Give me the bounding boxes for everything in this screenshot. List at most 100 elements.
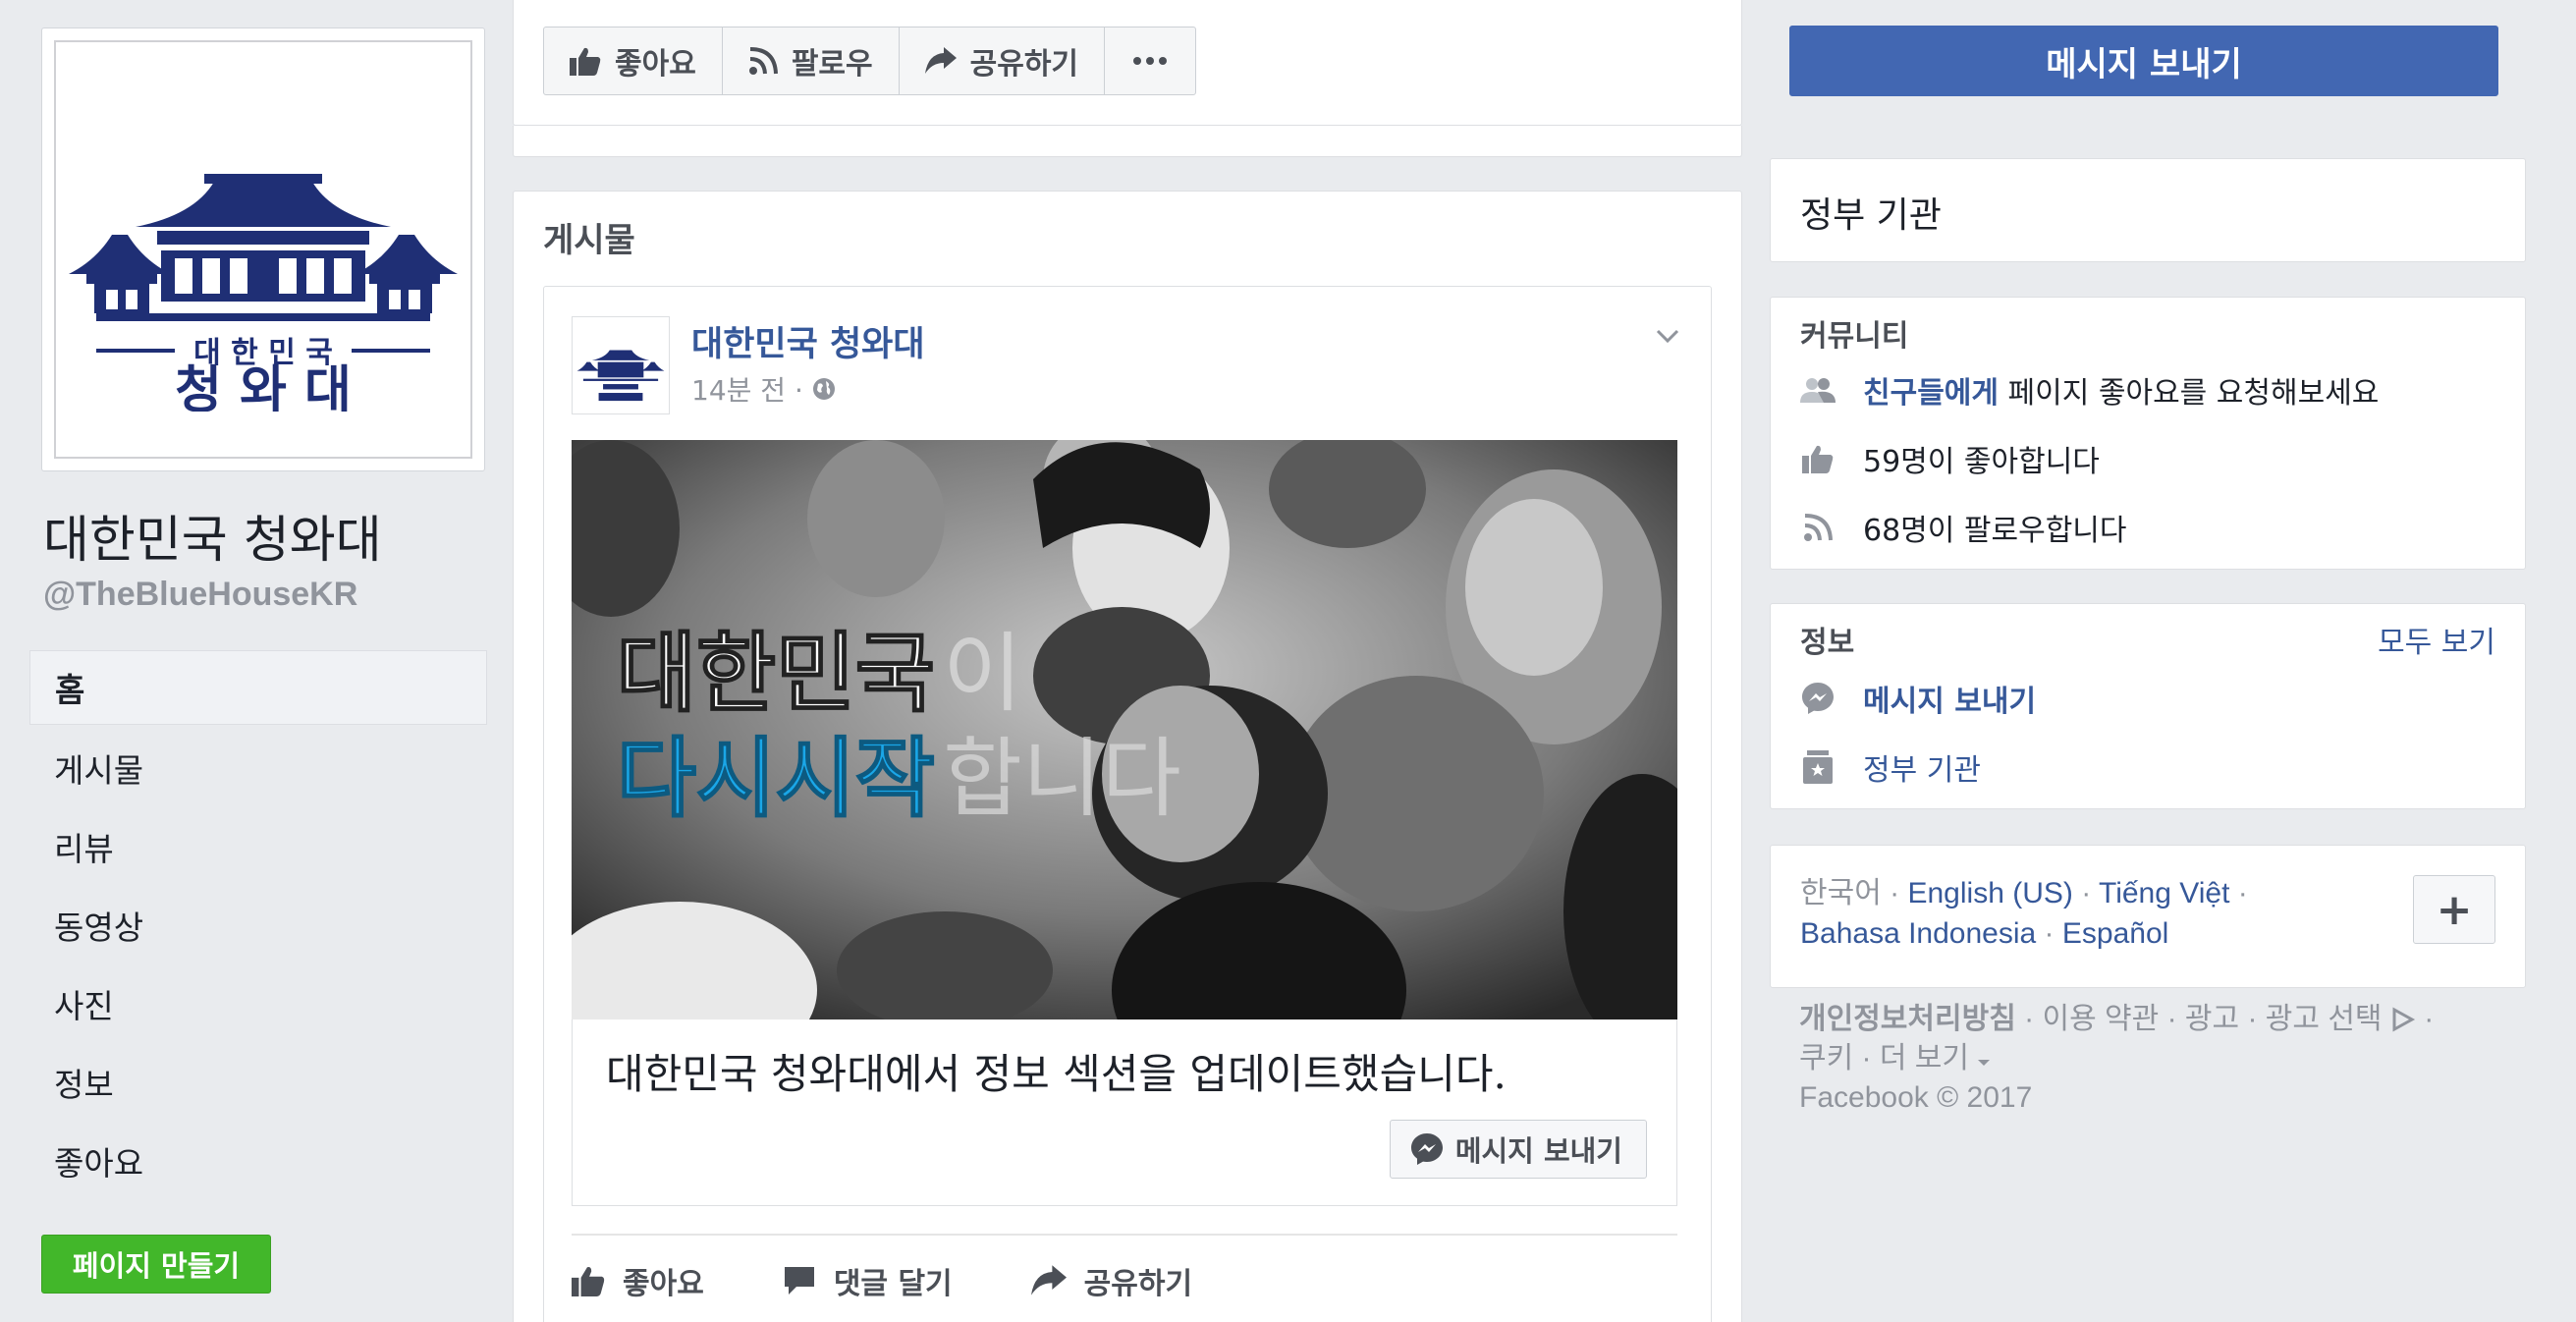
blue-house-logo: 대 한 민 국 청 와 대 <box>54 40 472 459</box>
post-share-button[interactable]: 공유하기 <box>1030 1259 1193 1302</box>
info-heading: 정보 <box>1800 626 1855 660</box>
share-arrow-icon <box>1030 1265 1067 1295</box>
footer-ads-link[interactable]: 광고 <box>2185 1003 2239 1035</box>
image-text-line2-suffix: 합니다 <box>943 728 1181 829</box>
comment-icon <box>784 1267 814 1294</box>
nav-item-reviews[interactable]: 리뷰 <box>29 807 487 886</box>
nav-item-videos[interactable]: 동영상 <box>29 886 487 964</box>
post-image[interactable]: 대한민국 이 다시시작 합니다 <box>572 440 1677 1019</box>
nav-item-about[interactable]: 정보 <box>29 1043 487 1122</box>
send-message-button[interactable]: 메시지 보내기 <box>1789 26 2498 96</box>
follows-row: 68명이 팔로우합니다 <box>1800 506 2127 549</box>
nav-item-likes[interactable]: 좋아요 <box>29 1122 487 1200</box>
caret-down-icon <box>1978 1060 1991 1066</box>
page-action-card: 좋아요 팔로우 공유하기 <box>513 0 1742 126</box>
share-page-button[interactable]: 공유하기 <box>900 28 1106 94</box>
footer-privacy-link[interactable]: 개인정보처리방침 <box>1799 1003 2016 1035</box>
left-column: 대 한 민 국 청 와 대 대한민국 청와대 @TheBlueHouseKR 홈… <box>0 0 506 1322</box>
post-timestamp[interactable]: 14분 전 · <box>691 369 803 409</box>
post-like-label: 좋아요 <box>623 1267 704 1301</box>
like-page-button[interactable]: 좋아요 <box>544 28 723 94</box>
category-card: 정부 기관 <box>1770 158 2526 262</box>
post-actions: 좋아요 댓글 달기 공유하기 <box>572 1259 1192 1302</box>
invite-friends-link[interactable]: 친구들에게 <box>1863 376 1999 411</box>
friends-icon <box>1800 372 1836 408</box>
current-language: 한국어 <box>1800 877 1882 909</box>
footer-more-link[interactable]: 더 보기 <box>1880 1042 1969 1074</box>
chevron-down-icon[interactable] <box>1650 318 1685 354</box>
government-building-icon <box>1800 749 1836 785</box>
info-message-row: 메시지 보내기 <box>1800 677 2036 720</box>
likes-count: 59명이 좋아합니다 <box>1863 445 2100 479</box>
invite-friends-row: 친구들에게 페이지 좋아요를 요청해보세요 <box>1800 368 2379 412</box>
post-share-label: 공유하기 <box>1083 1267 1193 1301</box>
footer-terms-link[interactable]: 이용 약관 <box>2042 1003 2159 1035</box>
image-text-line1: 대한민국 <box>617 623 935 724</box>
follows-count: 68명이 팔로우합니다 <box>1863 514 2127 548</box>
post-like-button[interactable]: 좋아요 <box>572 1259 704 1302</box>
footer-copyright: Facebook © 2017 <box>1799 1081 2033 1114</box>
post-avatar[interactable] <box>572 316 670 414</box>
info-category-link[interactable]: 정부 기관 <box>1863 745 1981 789</box>
globe-icon <box>812 378 835 400</box>
image-text-line1-suffix: 이 <box>943 623 1022 724</box>
nav-item-home[interactable]: 홈 <box>29 650 487 725</box>
language-indonesian[interactable]: Bahasa Indonesia <box>1800 917 2036 950</box>
thumbs-up-icon <box>570 47 601 76</box>
post-meta: 14분 전 · <box>691 369 837 409</box>
language-list: 한국어 · English (US) · Tiếng Việt · Bahasa… <box>1800 877 2248 950</box>
language-vietnamese[interactable]: Tiếng Việt <box>2099 877 2229 909</box>
info-card: 정보 모두 보기 메시지 보내기 정부 기관 <box>1770 603 2526 809</box>
card-strip <box>513 126 1742 157</box>
language-spanish[interactable]: Español <box>2062 917 2168 950</box>
post-divider <box>572 1234 1677 1236</box>
share-arrow-icon <box>924 47 957 74</box>
image-text-line2: 다시시작 <box>617 728 935 829</box>
more-options-button[interactable] <box>1105 28 1195 94</box>
footer: 개인정보처리방침 · 이용 약관 · 광고 · 광고 선택 · 쿠키 · 더 보… <box>1799 1000 2487 1118</box>
info-message-link[interactable]: 메시지 보내기 <box>1863 677 2036 720</box>
post-caption-box: 대한민국 청와대에서 정보 섹션을 업데이트했습니다. 메시지 보내기 <box>572 1019 1677 1206</box>
create-page-button[interactable]: 페이지 만들기 <box>41 1235 271 1294</box>
nav-item-photos[interactable]: 사진 <box>29 964 487 1043</box>
page-category: 정부 기관 <box>1800 195 1942 236</box>
rss-icon <box>1800 510 1836 545</box>
more-languages-button[interactable]: + <box>2413 875 2495 944</box>
posts-section: 게시물 대한민국 청와대 14분 전 · 대한민국 이 다시시작 합니다 대한민… <box>513 191 1742 1322</box>
follow-page-label: 팔로우 <box>791 47 873 82</box>
thumbs-up-icon <box>572 1267 605 1296</box>
logo-line2: 청 와 대 <box>175 361 352 412</box>
page-action-bar: 좋아요 팔로우 공유하기 <box>543 27 1197 95</box>
language-card: 한국어 · English (US) · Tiếng Việt · Bahasa… <box>1770 845 2526 988</box>
invite-friends-text: 페이지 좋아요를 요청해보세요 <box>1999 376 2380 411</box>
info-category-row: 정부 기관 <box>1800 745 1981 789</box>
post-message-label: 메시지 보내기 <box>1454 1134 1622 1168</box>
messenger-icon <box>1800 681 1836 716</box>
like-page-label: 좋아요 <box>615 47 696 82</box>
see-all-link[interactable]: 모두 보기 <box>2378 618 2495 661</box>
post: 대한민국 청와대 14분 전 · 대한민국 이 다시시작 합니다 대한민국 청와… <box>543 286 1712 1322</box>
posts-title: 게시물 <box>543 221 635 260</box>
post-author[interactable]: 대한민국 청와대 <box>691 316 925 366</box>
share-page-label: 공유하기 <box>969 47 1079 82</box>
messenger-icon <box>1410 1133 1443 1165</box>
language-english[interactable]: English (US) <box>1907 877 2072 909</box>
nav-item-posts[interactable]: 게시물 <box>29 729 487 807</box>
post-comment-button[interactable]: 댓글 달기 <box>783 1259 953 1302</box>
thumbs-up-icon <box>1800 441 1836 476</box>
community-heading: 커뮤니티 <box>1800 319 1909 354</box>
follow-page-button[interactable]: 팔로우 <box>723 28 900 94</box>
footer-adchoices-link[interactable]: 광고 선택 <box>2266 1003 2383 1035</box>
rss-icon <box>748 47 778 75</box>
page-handle[interactable]: @TheBlueHouseKR <box>43 576 357 614</box>
post-message-button[interactable]: 메시지 보내기 <box>1389 1120 1647 1179</box>
ellipsis-icon <box>1133 57 1168 65</box>
community-card: 커뮤니티 친구들에게 페이지 좋아요를 요청해보세요 59명이 좋아합니다 68… <box>1770 297 2526 570</box>
footer-cookies-link[interactable]: 쿠키 <box>1799 1042 1853 1074</box>
adchoices-icon <box>2392 1007 2415 1032</box>
post-caption: 대한민국 청와대에서 정보 섹션을 업데이트했습니다. <box>606 1050 1507 1098</box>
profile-picture[interactable]: 대 한 민 국 청 와 대 <box>41 28 485 471</box>
likes-row: 59명이 좋아합니다 <box>1800 437 2100 480</box>
post-comment-label: 댓글 달기 <box>833 1267 953 1301</box>
page-nav: 홈 게시물 리뷰 동영상 사진 정보 좋아요 <box>29 650 487 1200</box>
